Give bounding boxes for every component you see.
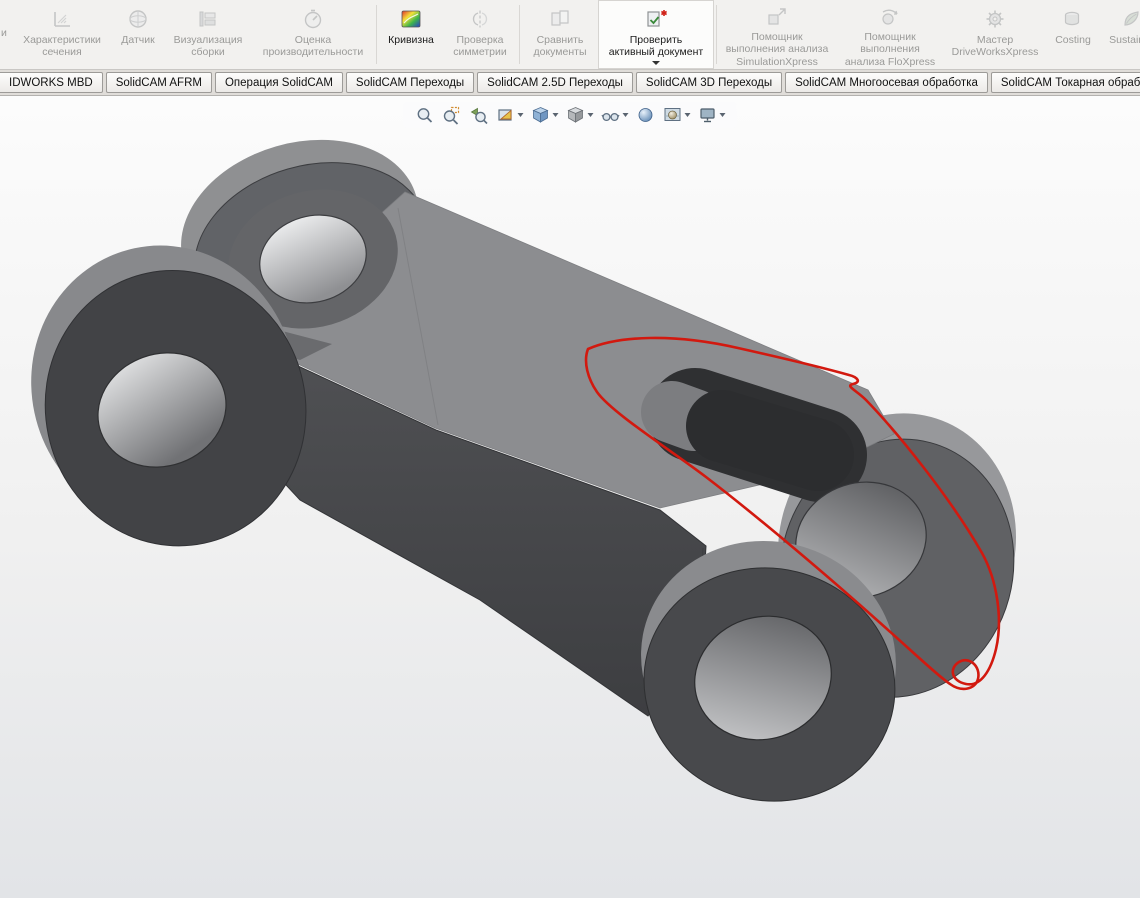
- symmetry-check-icon: [468, 5, 492, 33]
- display-style-icon: [567, 107, 584, 123]
- view-orientation-icon: [532, 107, 549, 123]
- ribbon-label: Мастер DriveWorksXpress: [951, 34, 1039, 59]
- assembly-visualization-icon: [196, 5, 220, 33]
- ribbon-label: Датчик: [121, 34, 155, 46]
- driveworksxpress-icon: [983, 5, 1007, 33]
- command-tab-bar: IDWORKS MBD SolidCAM AFRM Операция Solid…: [0, 70, 1140, 96]
- hud-button-previous-view[interactable]: [468, 104, 490, 126]
- ribbon-label: Кривизна: [388, 34, 434, 46]
- ribbon-label: Sustainat: [1109, 34, 1140, 46]
- hud-button-apply-scene[interactable]: [662, 104, 692, 126]
- ribbon-button-compare-documents[interactable]: Сравнить документы: [522, 0, 598, 69]
- hud-button-zoom-fit[interactable]: [414, 104, 436, 126]
- hud-button-display-style[interactable]: [565, 104, 595, 126]
- tab-solidcam-25d[interactable]: SolidCAM 2.5D Переходы: [477, 72, 633, 93]
- ribbon-separator: [376, 5, 377, 64]
- tab-solidcam-afrm[interactable]: SolidCAM AFRM: [105, 72, 212, 93]
- zoom-area-icon: [443, 106, 460, 125]
- chevron-down-icon: [517, 113, 524, 117]
- heads-up-toolbar: [403, 102, 737, 128]
- ribbon-button-costing[interactable]: Costing: [1045, 0, 1101, 69]
- chevron-down-icon: [587, 113, 594, 117]
- ribbon-button-curvature[interactable]: Кривизна: [379, 0, 443, 69]
- apply-scene-icon: [664, 108, 681, 121]
- hide-show-items-icon: [601, 112, 620, 122]
- right-fork-slot: [641, 368, 867, 502]
- chevron-down-icon: [622, 113, 629, 117]
- ribbon-button-sustainability[interactable]: Sustainat: [1101, 0, 1140, 69]
- section-properties-icon: [50, 5, 74, 33]
- ribbon-separator: [716, 5, 717, 64]
- ribbon-label: Помощник выполнения анализа FloXpress: [844, 30, 936, 68]
- sensor-icon: [126, 5, 150, 33]
- hud-button-zoom-area[interactable]: [441, 104, 463, 126]
- chevron-down-icon: [719, 113, 726, 117]
- ribbon-button-driveworksxpress[interactable]: Мастер DriveWorksXpress: [945, 0, 1045, 69]
- ribbon-label: Помощник выполнения анализа SimulationXp…: [725, 30, 829, 68]
- hud-button-section-view[interactable]: [495, 104, 525, 126]
- ribbon-label: Оценка производительности: [262, 34, 364, 59]
- costing-icon: [1061, 5, 1085, 33]
- ribbon-button-floxpress[interactable]: Помощник выполнения анализа FloXpress: [835, 0, 945, 69]
- ribbon-toolbar: и Характеристики сечения Датчик Визуализ…: [0, 0, 1140, 70]
- ribbon-label: Характеристики сечения: [23, 34, 101, 59]
- ribbon-button-symmetry-check[interactable]: Проверка симметрии: [443, 0, 517, 69]
- ribbon-button-section-properties[interactable]: Характеристики сечения: [12, 0, 112, 69]
- previous-view-icon: [470, 107, 488, 125]
- ribbon-label: Проверка симметрии: [453, 34, 507, 59]
- model-canvas: [0, 96, 1140, 898]
- graphics-viewport[interactable]: [0, 96, 1140, 898]
- ribbon-button-cutoff-label: и: [1, 27, 7, 39]
- tab-solidcam-3d[interactable]: SolidCAM 3D Переходы: [635, 72, 783, 93]
- view-settings-icon: [700, 108, 715, 123]
- chevron-down-icon: [652, 60, 660, 65]
- ribbon-button-sensor[interactable]: Датчик: [112, 0, 164, 69]
- ribbon-label: Визуализация сборки: [173, 34, 243, 59]
- compare-documents-icon: [548, 5, 572, 33]
- tab-solidcam-multiaxis[interactable]: SolidCAM Многоосевая обработка: [785, 72, 988, 93]
- zoom-fit-icon: [417, 108, 433, 123]
- tab-solidcam-turning[interactable]: SolidCAM Токарная обработка: [990, 72, 1140, 93]
- check-active-document-icon: [643, 5, 669, 33]
- sustainability-icon: [1119, 5, 1140, 33]
- ribbon-button-simulationxpress[interactable]: Помощник выполнения анализа SimulationXp…: [719, 0, 835, 69]
- ribbon-label: Проверить активный документ: [608, 34, 704, 59]
- curvature-icon: [399, 5, 423, 33]
- tab-solidworks-mbd[interactable]: IDWORKS MBD: [0, 72, 103, 93]
- hud-button-edit-appearance[interactable]: [635, 104, 657, 126]
- performance-evaluation-icon: [301, 5, 325, 33]
- ribbon-button-cutoff[interactable]: и: [0, 0, 12, 69]
- simulationxpress-icon: [765, 5, 789, 30]
- ribbon-separator: [519, 5, 520, 64]
- hud-button-view-orientation[interactable]: [530, 104, 560, 126]
- chevron-down-icon: [684, 113, 691, 117]
- ribbon-button-assembly-visualization[interactable]: Визуализация сборки: [164, 0, 252, 69]
- edit-appearance-icon: [638, 108, 653, 122]
- ribbon-button-performance-evaluation[interactable]: Оценка производительности: [252, 0, 374, 69]
- hud-button-view-settings[interactable]: [697, 104, 727, 126]
- floxpress-icon: [878, 5, 902, 30]
- chevron-down-icon: [552, 113, 559, 117]
- tab-solidcam-operation[interactable]: Операция SolidCAM: [214, 72, 343, 93]
- ribbon-label: Costing: [1055, 34, 1091, 46]
- hud-button-hide-show-items[interactable]: [600, 104, 630, 126]
- ribbon-label: Сравнить документы: [533, 34, 587, 59]
- tab-solidcam-transitions[interactable]: SolidCAM Переходы: [345, 72, 475, 93]
- ribbon-button-check-active-document[interactable]: Проверить активный документ: [598, 0, 714, 69]
- section-view-icon: [498, 109, 512, 121]
